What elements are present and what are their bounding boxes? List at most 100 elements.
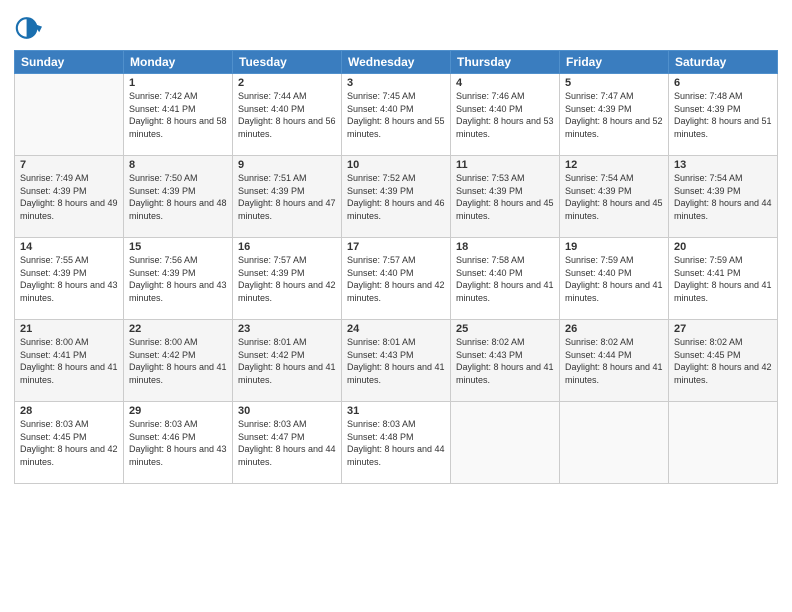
- day-number: 7: [20, 159, 118, 171]
- calendar-cell: 26Sunrise: 8:02 AMSunset: 4:44 PMDayligh…: [560, 320, 669, 402]
- calendar-cell: [560, 402, 669, 484]
- calendar-cell: 25Sunrise: 8:02 AMSunset: 4:43 PMDayligh…: [451, 320, 560, 402]
- weekday-header: Friday: [560, 51, 669, 74]
- day-info: Sunrise: 8:03 AMSunset: 4:46 PMDaylight:…: [129, 418, 227, 468]
- day-number: 15: [129, 241, 227, 253]
- day-info: Sunrise: 7:57 AMSunset: 4:39 PMDaylight:…: [238, 254, 336, 304]
- day-info: Sunrise: 7:59 AMSunset: 4:40 PMDaylight:…: [565, 254, 663, 304]
- day-number: 26: [565, 323, 663, 335]
- day-info: Sunrise: 7:54 AMSunset: 4:39 PMDaylight:…: [565, 172, 663, 222]
- weekday-header: Thursday: [451, 51, 560, 74]
- day-number: 11: [456, 159, 554, 171]
- day-info: Sunrise: 7:48 AMSunset: 4:39 PMDaylight:…: [674, 90, 772, 140]
- calendar-cell: 19Sunrise: 7:59 AMSunset: 4:40 PMDayligh…: [560, 238, 669, 320]
- day-number: 5: [565, 77, 663, 89]
- day-number: 16: [238, 241, 336, 253]
- day-number: 31: [347, 405, 445, 417]
- calendar-cell: 9Sunrise: 7:51 AMSunset: 4:39 PMDaylight…: [233, 156, 342, 238]
- calendar-cell: 5Sunrise: 7:47 AMSunset: 4:39 PMDaylight…: [560, 74, 669, 156]
- calendar-cell: 1Sunrise: 7:42 AMSunset: 4:41 PMDaylight…: [124, 74, 233, 156]
- calendar-week-row: 14Sunrise: 7:55 AMSunset: 4:39 PMDayligh…: [15, 238, 778, 320]
- calendar-cell: 22Sunrise: 8:00 AMSunset: 4:42 PMDayligh…: [124, 320, 233, 402]
- calendar-cell: [451, 402, 560, 484]
- calendar-table: SundayMondayTuesdayWednesdayThursdayFrid…: [14, 50, 778, 484]
- calendar-cell: 17Sunrise: 7:57 AMSunset: 4:40 PMDayligh…: [342, 238, 451, 320]
- calendar-cell: 10Sunrise: 7:52 AMSunset: 4:39 PMDayligh…: [342, 156, 451, 238]
- calendar-cell: 6Sunrise: 7:48 AMSunset: 4:39 PMDaylight…: [669, 74, 778, 156]
- calendar-cell: 30Sunrise: 8:03 AMSunset: 4:47 PMDayligh…: [233, 402, 342, 484]
- calendar-cell: 18Sunrise: 7:58 AMSunset: 4:40 PMDayligh…: [451, 238, 560, 320]
- day-info: Sunrise: 7:45 AMSunset: 4:40 PMDaylight:…: [347, 90, 445, 140]
- day-info: Sunrise: 8:01 AMSunset: 4:42 PMDaylight:…: [238, 336, 336, 386]
- day-number: 12: [565, 159, 663, 171]
- day-number: 10: [347, 159, 445, 171]
- day-number: 21: [20, 323, 118, 335]
- day-info: Sunrise: 7:49 AMSunset: 4:39 PMDaylight:…: [20, 172, 118, 222]
- logo: [14, 14, 46, 42]
- weekday-header-row: SundayMondayTuesdayWednesdayThursdayFrid…: [15, 51, 778, 74]
- calendar-week-row: 21Sunrise: 8:00 AMSunset: 4:41 PMDayligh…: [15, 320, 778, 402]
- calendar-cell: 29Sunrise: 8:03 AMSunset: 4:46 PMDayligh…: [124, 402, 233, 484]
- calendar-cell: 3Sunrise: 7:45 AMSunset: 4:40 PMDaylight…: [342, 74, 451, 156]
- day-number: 24: [347, 323, 445, 335]
- weekday-header: Wednesday: [342, 51, 451, 74]
- day-info: Sunrise: 7:46 AMSunset: 4:40 PMDaylight:…: [456, 90, 554, 140]
- calendar-cell: 27Sunrise: 8:02 AMSunset: 4:45 PMDayligh…: [669, 320, 778, 402]
- day-info: Sunrise: 7:50 AMSunset: 4:39 PMDaylight:…: [129, 172, 227, 222]
- calendar-cell: 31Sunrise: 8:03 AMSunset: 4:48 PMDayligh…: [342, 402, 451, 484]
- weekday-header: Monday: [124, 51, 233, 74]
- day-info: Sunrise: 7:52 AMSunset: 4:39 PMDaylight:…: [347, 172, 445, 222]
- day-info: Sunrise: 8:01 AMSunset: 4:43 PMDaylight:…: [347, 336, 445, 386]
- header: [14, 10, 778, 42]
- day-number: 29: [129, 405, 227, 417]
- day-info: Sunrise: 7:53 AMSunset: 4:39 PMDaylight:…: [456, 172, 554, 222]
- day-info: Sunrise: 8:02 AMSunset: 4:43 PMDaylight:…: [456, 336, 554, 386]
- day-number: 1: [129, 77, 227, 89]
- day-info: Sunrise: 7:47 AMSunset: 4:39 PMDaylight:…: [565, 90, 663, 140]
- page-container: SundayMondayTuesdayWednesdayThursdayFrid…: [0, 0, 792, 612]
- weekday-header: Saturday: [669, 51, 778, 74]
- day-number: 14: [20, 241, 118, 253]
- calendar-cell: 15Sunrise: 7:56 AMSunset: 4:39 PMDayligh…: [124, 238, 233, 320]
- calendar-cell: [669, 402, 778, 484]
- day-number: 28: [20, 405, 118, 417]
- calendar-cell: 24Sunrise: 8:01 AMSunset: 4:43 PMDayligh…: [342, 320, 451, 402]
- calendar-cell: 23Sunrise: 8:01 AMSunset: 4:42 PMDayligh…: [233, 320, 342, 402]
- day-info: Sunrise: 8:03 AMSunset: 4:47 PMDaylight:…: [238, 418, 336, 468]
- calendar-cell: 28Sunrise: 8:03 AMSunset: 4:45 PMDayligh…: [15, 402, 124, 484]
- day-number: 25: [456, 323, 554, 335]
- day-number: 9: [238, 159, 336, 171]
- day-number: 20: [674, 241, 772, 253]
- day-info: Sunrise: 7:58 AMSunset: 4:40 PMDaylight:…: [456, 254, 554, 304]
- day-number: 13: [674, 159, 772, 171]
- weekday-header: Sunday: [15, 51, 124, 74]
- weekday-header: Tuesday: [233, 51, 342, 74]
- day-number: 30: [238, 405, 336, 417]
- day-info: Sunrise: 7:56 AMSunset: 4:39 PMDaylight:…: [129, 254, 227, 304]
- day-info: Sunrise: 7:51 AMSunset: 4:39 PMDaylight:…: [238, 172, 336, 222]
- calendar-week-row: 1Sunrise: 7:42 AMSunset: 4:41 PMDaylight…: [15, 74, 778, 156]
- calendar-cell: 2Sunrise: 7:44 AMSunset: 4:40 PMDaylight…: [233, 74, 342, 156]
- day-number: 2: [238, 77, 336, 89]
- calendar-cell: 8Sunrise: 7:50 AMSunset: 4:39 PMDaylight…: [124, 156, 233, 238]
- day-number: 18: [456, 241, 554, 253]
- calendar-week-row: 28Sunrise: 8:03 AMSunset: 4:45 PMDayligh…: [15, 402, 778, 484]
- day-info: Sunrise: 7:54 AMSunset: 4:39 PMDaylight:…: [674, 172, 772, 222]
- day-number: 23: [238, 323, 336, 335]
- day-number: 3: [347, 77, 445, 89]
- day-number: 4: [456, 77, 554, 89]
- day-info: Sunrise: 7:59 AMSunset: 4:41 PMDaylight:…: [674, 254, 772, 304]
- calendar-cell: 4Sunrise: 7:46 AMSunset: 4:40 PMDaylight…: [451, 74, 560, 156]
- day-number: 19: [565, 241, 663, 253]
- day-number: 22: [129, 323, 227, 335]
- day-info: Sunrise: 8:03 AMSunset: 4:45 PMDaylight:…: [20, 418, 118, 468]
- day-number: 6: [674, 77, 772, 89]
- calendar-cell: 11Sunrise: 7:53 AMSunset: 4:39 PMDayligh…: [451, 156, 560, 238]
- calendar-cell: 7Sunrise: 7:49 AMSunset: 4:39 PMDaylight…: [15, 156, 124, 238]
- day-info: Sunrise: 8:00 AMSunset: 4:41 PMDaylight:…: [20, 336, 118, 386]
- day-info: Sunrise: 7:44 AMSunset: 4:40 PMDaylight:…: [238, 90, 336, 140]
- day-number: 8: [129, 159, 227, 171]
- calendar-cell: 14Sunrise: 7:55 AMSunset: 4:39 PMDayligh…: [15, 238, 124, 320]
- calendar-cell: 21Sunrise: 8:00 AMSunset: 4:41 PMDayligh…: [15, 320, 124, 402]
- calendar-cell: 12Sunrise: 7:54 AMSunset: 4:39 PMDayligh…: [560, 156, 669, 238]
